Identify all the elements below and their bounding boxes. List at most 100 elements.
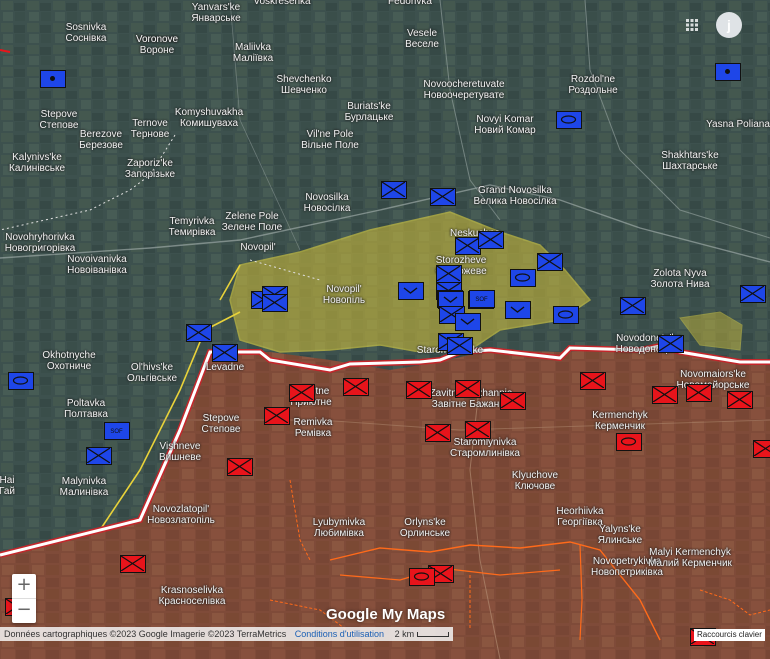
place-name-cyrillic: Новопіль [322, 295, 366, 306]
ukrainian-unit-marker[interactable] [553, 306, 579, 324]
place-label: Novopil' Новопіль [323, 284, 365, 306]
place-name-latin: Novyi Komar [476, 114, 534, 125]
terms-link[interactable]: Conditions d'utilisation [295, 629, 384, 639]
place-name-latin: Vishneve [159, 441, 201, 452]
place-label: Buriats'ke Бурлацьке [345, 101, 394, 123]
russian-unit-marker[interactable] [343, 378, 369, 396]
place-name-latin: Orlyns'ke [404, 517, 446, 528]
svg-text:SOF: SOF [110, 429, 123, 435]
place-label: Novozlatopil' Новозлатопіль [147, 504, 215, 526]
place-label: Poltavka Полтавка [64, 398, 108, 420]
russian-unit-marker[interactable] [727, 391, 753, 409]
unit-symbol-icon [728, 392, 751, 407]
place-label: Ol'hivs'ke Ольгівське [127, 362, 177, 384]
place-label: Kermenchyk Керменчик [592, 410, 648, 432]
place-name-latin: Krasnoselivka [160, 585, 224, 596]
place-label: Shakhtars'ke Шахтарське [661, 150, 719, 172]
ukrainian-unit-marker[interactable] [212, 344, 238, 362]
unit-symbol-icon [741, 286, 764, 301]
place-label: Zelene Pole Зелене Поле [222, 211, 282, 233]
ukrainian-unit-marker[interactable] [478, 231, 504, 249]
map-footer: Données cartographiques ©2023 Google Ima… [0, 627, 454, 641]
place-name-cyrillic: Новосілка [303, 203, 351, 214]
ukrainian-unit-marker[interactable] [186, 324, 212, 342]
place-name-latin: Malynivka [61, 476, 107, 487]
place-name-latin: Rozdol'ne [570, 74, 616, 85]
ukrainian-unit-marker[interactable] [86, 447, 112, 465]
unit-symbol-icon [653, 387, 676, 402]
russian-unit-marker[interactable] [120, 555, 146, 573]
ukrainian-unit-marker[interactable] [715, 63, 741, 81]
unit-symbol-icon [687, 385, 710, 400]
ukrainian-unit-marker[interactable] [8, 372, 34, 390]
russian-unit-marker[interactable] [227, 458, 253, 476]
place-label: Novyi Komar Новий Комар [474, 114, 535, 136]
scale-bar: 2 km [395, 627, 450, 641]
zoom-in-button[interactable]: + [12, 574, 36, 598]
place-label: Levadne [206, 362, 244, 373]
ukrainian-unit-marker[interactable]: SOF [469, 290, 495, 308]
place-name-latin: Stepove [40, 109, 78, 120]
place-name-cyrillic: Запорізьке [124, 169, 176, 180]
map-canvas[interactable]: Yanvars'ke Январське Voskresenka Fedorivka S… [0, 0, 770, 659]
place-label: Novosilka Новосілка [304, 192, 351, 214]
ukrainian-unit-marker[interactable] [262, 294, 288, 312]
russian-unit-marker[interactable] [652, 386, 678, 404]
place-name-cyrillic: Роздольне [568, 85, 618, 96]
ukrainian-unit-marker[interactable] [505, 301, 531, 319]
ukrainian-unit-marker[interactable] [447, 337, 473, 355]
ukrainian-unit-marker[interactable] [455, 313, 481, 331]
ukrainian-unit-marker[interactable] [430, 188, 456, 206]
ukrainian-unit-marker[interactable] [556, 111, 582, 129]
place-name-cyrillic: Гай [0, 486, 16, 497]
ukrainian-unit-marker[interactable] [510, 269, 536, 287]
ukrainian-unit-marker[interactable] [381, 181, 407, 199]
russian-unit-marker[interactable] [409, 568, 435, 586]
ukrainian-unit-marker[interactable] [537, 253, 563, 271]
place-name-cyrillic: Полтавка [64, 409, 108, 420]
place-name-latin: Maliivka [234, 42, 272, 53]
russian-unit-marker[interactable] [500, 392, 526, 410]
place-name-latin: Stepove [202, 413, 240, 424]
unit-symbol-icon [403, 287, 418, 294]
russian-unit-marker[interactable] [580, 372, 606, 390]
ukrainian-unit-marker[interactable]: SOF [104, 422, 130, 440]
ukrainian-unit-marker[interactable] [658, 335, 684, 353]
russian-unit-marker[interactable] [425, 424, 451, 442]
unit-symbol-icon [557, 310, 574, 319]
svg-text:SOF: SOF [475, 297, 488, 303]
ukrainian-unit-marker[interactable] [436, 265, 462, 283]
unit-symbol-icon [448, 338, 471, 353]
place-name-latin: Zelene Pole [225, 211, 279, 222]
place-name-cyrillic: Ключове [514, 481, 556, 492]
apps-grid-icon[interactable] [686, 19, 698, 31]
scale-label: 2 km [394, 629, 415, 639]
place-name-latin: Levadne [205, 362, 245, 373]
place-name-latin: Novopil' [240, 242, 276, 253]
ukrainian-unit-marker[interactable] [740, 285, 766, 303]
russian-unit-marker[interactable] [455, 380, 481, 398]
russian-unit-marker[interactable] [616, 433, 642, 451]
ukrainian-unit-marker[interactable] [620, 297, 646, 315]
zoom-out-button[interactable]: − [12, 598, 36, 623]
russian-unit-marker[interactable] [406, 381, 432, 399]
place-label: Zaporiz'ke Запорізьке [125, 158, 175, 180]
place-name-cyrillic: Соснівка [65, 33, 107, 44]
unit-symbol-icon [413, 572, 430, 581]
russian-unit-marker[interactable] [753, 440, 770, 458]
keyboard-shortcuts-button[interactable]: Raccourcis clavier [694, 629, 765, 641]
russian-unit-marker[interactable] [686, 384, 712, 402]
place-name-cyrillic: Старомлинівка [450, 448, 520, 459]
account-avatar[interactable]: j [716, 12, 742, 38]
place-name-cyrillic: Керменчик [594, 421, 646, 432]
russian-unit-marker[interactable] [465, 421, 491, 439]
russian-unit-marker[interactable] [289, 384, 315, 402]
ukrainian-unit-marker[interactable] [398, 282, 424, 300]
place-label: Voronove Вороне [136, 34, 178, 56]
place-label: Vishneve Вишневе [159, 441, 201, 463]
place-name-latin: Hai [0, 475, 15, 486]
ukrainian-unit-marker[interactable] [40, 70, 66, 88]
place-name-cyrillic: Темирівка [168, 227, 216, 238]
russian-unit-marker[interactable] [264, 407, 290, 425]
place-name-cyrillic: Бурлацьке [344, 112, 394, 123]
